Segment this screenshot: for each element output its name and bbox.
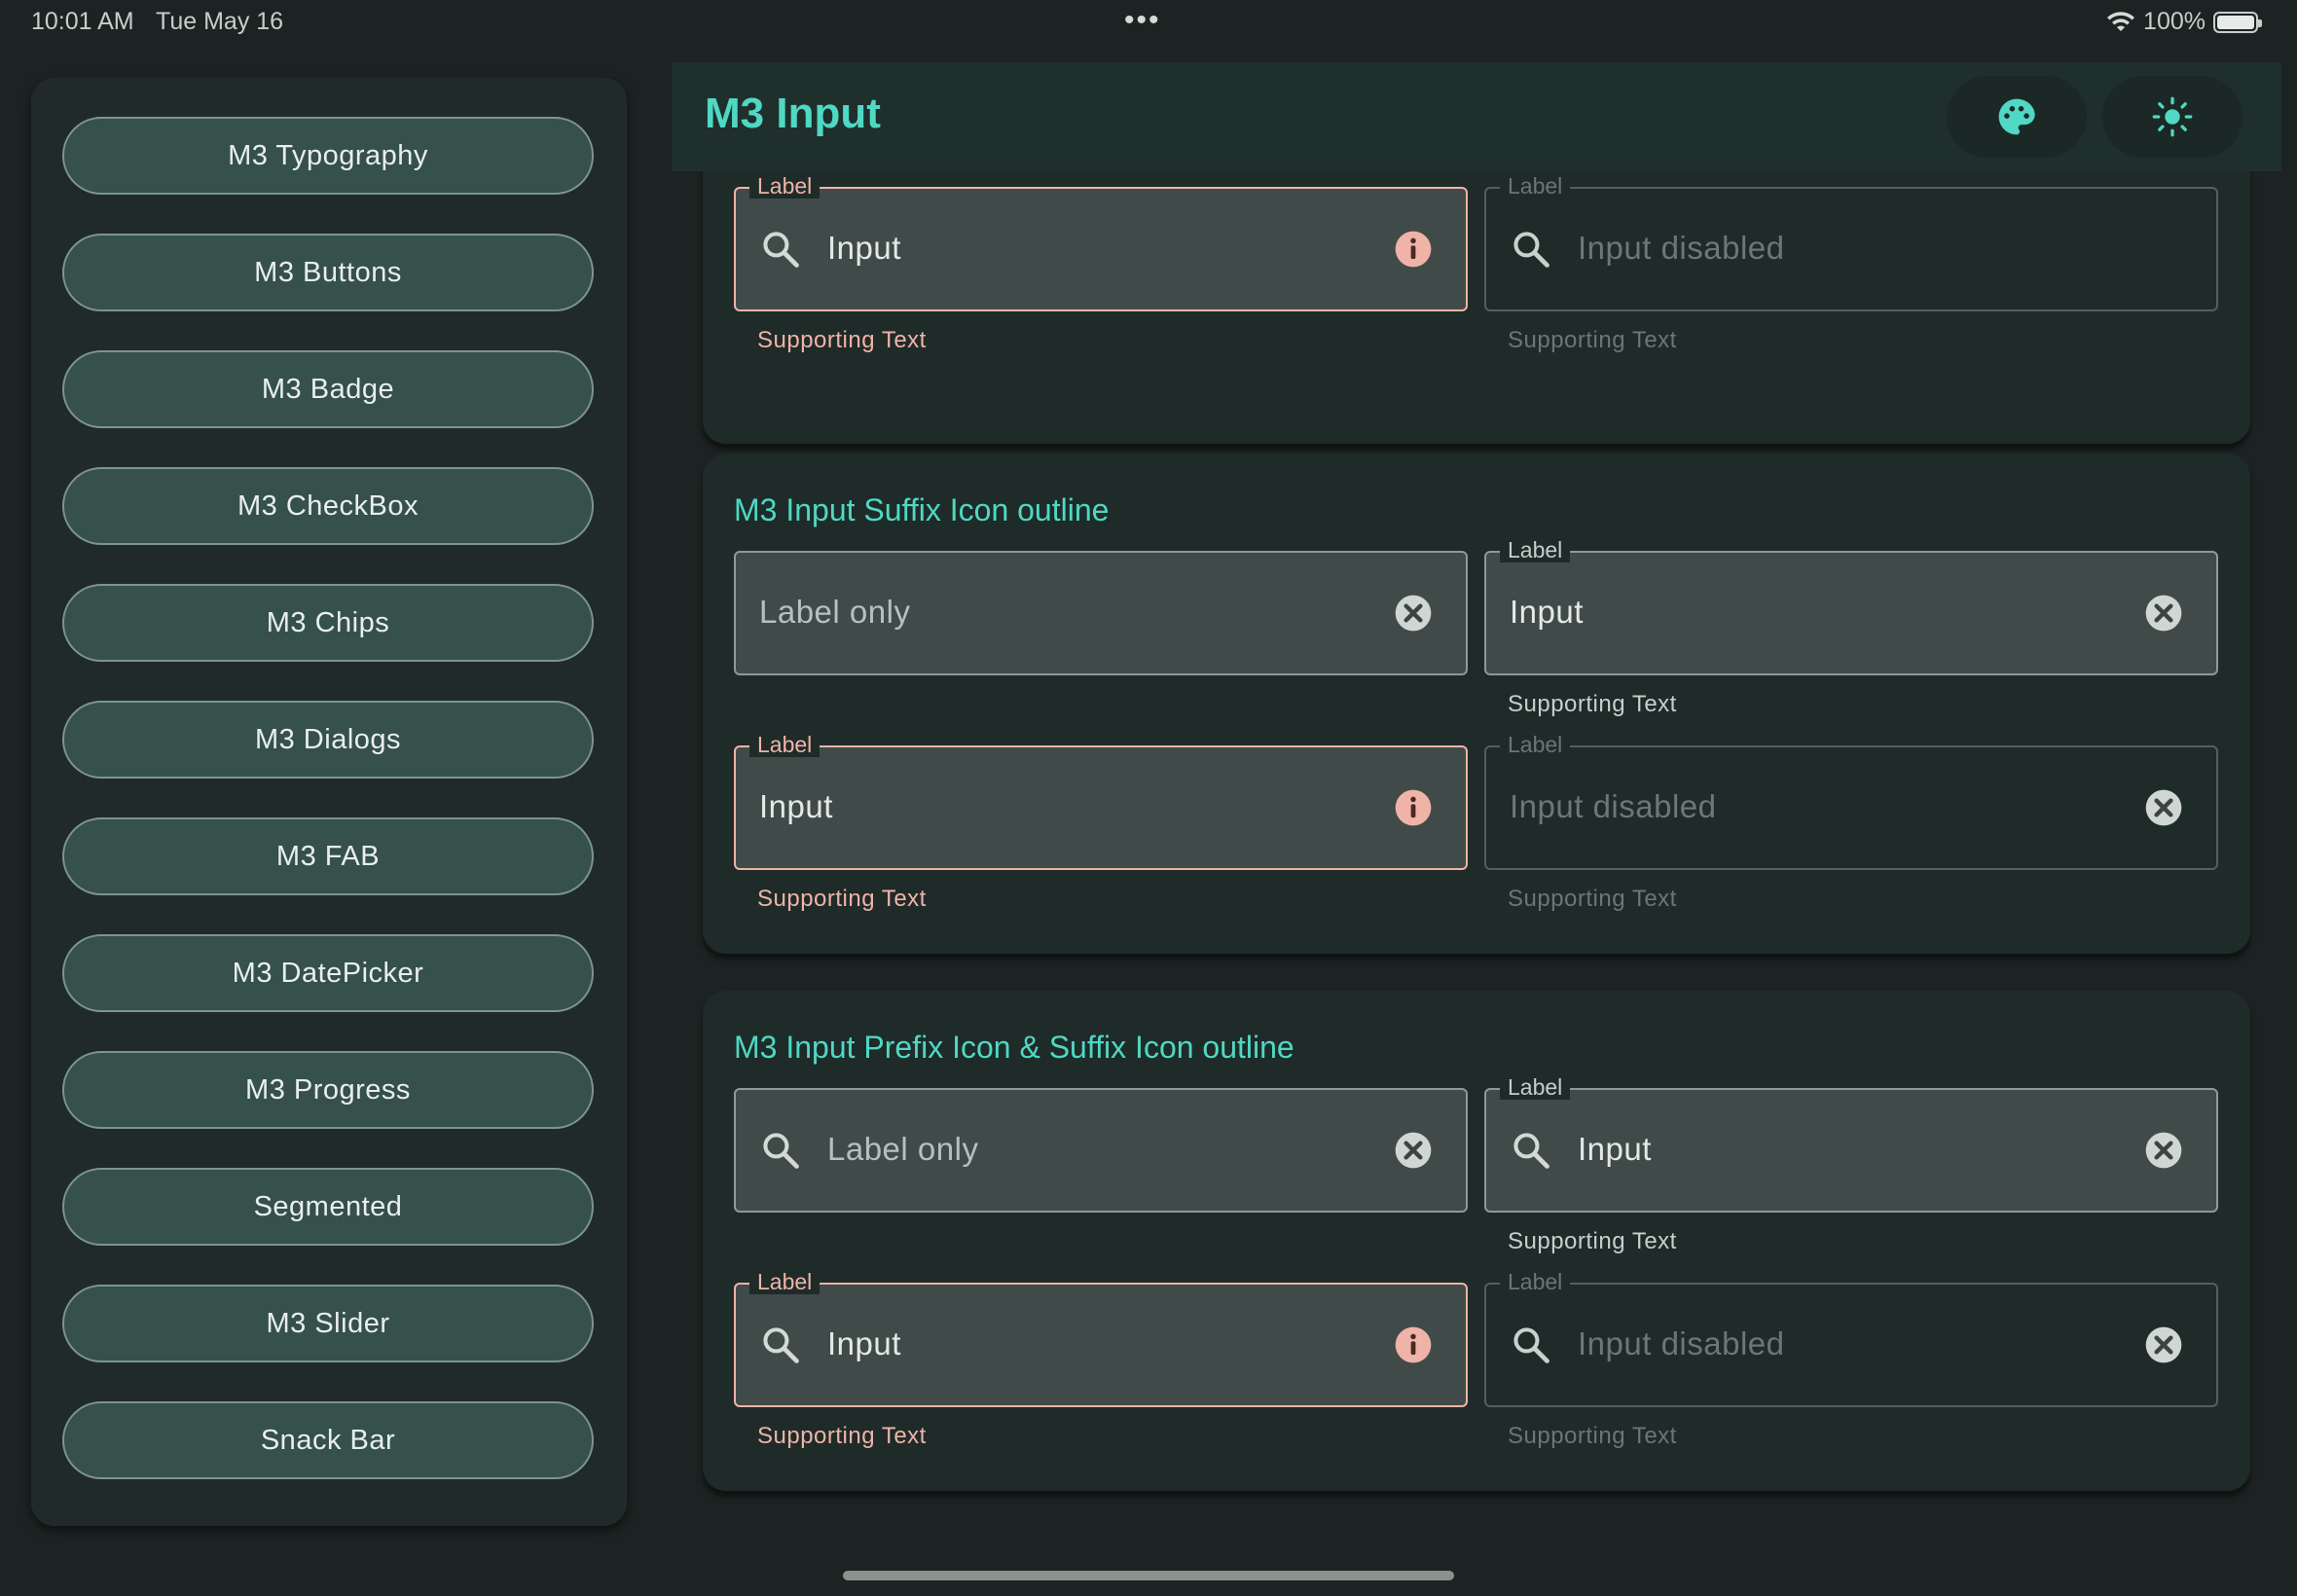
- supporting-text: Supporting Text: [1508, 1228, 1677, 1254]
- sidebar-item-snack-bar[interactable]: Snack Bar: [62, 1401, 594, 1479]
- field-value: Input: [827, 230, 901, 266]
- page-title: M3 Input: [705, 90, 881, 137]
- field-value: Input disabled: [1578, 230, 1785, 266]
- multitasking-dots-icon[interactable]: •••: [1124, 4, 1161, 37]
- sidebar-item-m3-dialogs[interactable]: M3 Dialogs: [62, 701, 594, 779]
- field-value: Input: [759, 788, 833, 824]
- field-label: Label: [749, 732, 820, 757]
- supporting-text: Supporting Text: [757, 1423, 927, 1449]
- search-icon: [1510, 1324, 1552, 1366]
- sidebar-item-m3-datepicker[interactable]: M3 DatePicker: [62, 934, 594, 1012]
- search-icon: [1510, 228, 1552, 271]
- input-demo-card: M3 Input Suffix Icon outline Label only La…: [703, 453, 2250, 954]
- sidebar-item-m3-slider[interactable]: M3 Slider: [62, 1285, 594, 1362]
- field-label: Label: [1500, 732, 1571, 757]
- field-value: Input: [1578, 1131, 1652, 1167]
- sidebar-item-m3-typography[interactable]: M3 Typography: [62, 117, 594, 195]
- supporting-text: Supporting Text: [1508, 886, 1677, 912]
- clear-icon[interactable]: [1392, 592, 1435, 635]
- text-field-error[interactable]: Label Input: [734, 173, 1468, 311]
- status-indicators: 100%: [2106, 8, 2262, 36]
- battery-percent: 100%: [2143, 8, 2206, 35]
- sidebar-item-segmented[interactable]: Segmented: [62, 1168, 594, 1246]
- sun-icon: [2152, 96, 2193, 137]
- clear-icon[interactable]: [2142, 786, 2185, 829]
- search-icon: [759, 1129, 802, 1172]
- search-icon: [759, 228, 802, 271]
- text-field-disabled: Label Input disabled: [1484, 732, 2218, 870]
- supporting-text: Supporting Text: [1508, 1423, 1677, 1449]
- clear-icon[interactable]: [2142, 1324, 2185, 1366]
- sidebar-item-m3-buttons[interactable]: M3 Buttons: [62, 234, 594, 311]
- supporting-text: Supporting Text: [1508, 327, 1677, 353]
- sidebar-item-m3-progress[interactable]: M3 Progress: [62, 1051, 594, 1129]
- field-label: Label: [749, 173, 820, 199]
- supporting-text: Supporting Text: [1508, 691, 1677, 717]
- theme-palette-button[interactable]: [1947, 76, 2087, 158]
- sidebar-item-m3-badge[interactable]: M3 Badge: [62, 350, 594, 428]
- info-icon: [1392, 228, 1435, 271]
- sidebar-item-m3-chips[interactable]: M3 Chips: [62, 584, 594, 662]
- field-label: Label: [1500, 173, 1571, 199]
- sidebar: M3 Typography M3 Buttons M3 Badge M3 CheckB…: [31, 78, 627, 1526]
- text-field-disabled: Label Input disabled: [1484, 173, 2218, 311]
- clear-icon[interactable]: [2142, 1129, 2185, 1172]
- home-indicator[interactable]: [843, 1571, 1454, 1580]
- info-icon: [1392, 1324, 1435, 1366]
- field-value: Input disabled: [1578, 1325, 1785, 1361]
- battery-icon: [2213, 11, 2262, 33]
- brightness-toggle-button[interactable]: [2102, 76, 2242, 158]
- field-label: Label: [1500, 1074, 1571, 1100]
- field-label: Label: [1500, 537, 1571, 562]
- input-demo-card: M3 Input Prefix Icon & Suffix Icon outli…: [703, 991, 2250, 1491]
- field-value: Input: [1510, 594, 1584, 630]
- info-icon: [1392, 786, 1435, 829]
- search-icon: [759, 1324, 802, 1366]
- app-bar: M3 Input: [672, 62, 2281, 171]
- field-placeholder: Label only: [759, 594, 911, 630]
- text-field-disabled: Label Input disabled: [1484, 1269, 2218, 1407]
- supporting-text: Supporting Text: [757, 327, 927, 353]
- wifi-icon: [2107, 11, 2135, 31]
- text-field[interactable]: Label only: [734, 1088, 1468, 1213]
- search-icon: [1510, 1129, 1552, 1172]
- field-value: Input disabled: [1510, 788, 1717, 824]
- status-date: Tue May 16: [156, 8, 284, 35]
- text-field[interactable]: Label Input: [1484, 1074, 2218, 1213]
- status-time: 10:01 AM: [31, 8, 134, 35]
- clear-icon[interactable]: [2142, 592, 2185, 635]
- field-placeholder: Label only: [827, 1131, 979, 1167]
- palette-icon: [1998, 98, 2035, 135]
- text-field-error[interactable]: Label Input: [734, 1269, 1468, 1407]
- sidebar-item-m3-checkbox[interactable]: M3 CheckBox: [62, 467, 594, 545]
- content-area: Label Input Supporting Text Label Input disa…: [672, 171, 2281, 1596]
- status-bar: 10:01 AM Tue May 16 ••• 100%: [0, 0, 2297, 47]
- field-value: Input: [827, 1325, 901, 1361]
- text-field[interactable]: Label Input: [1484, 537, 2218, 675]
- card-title: M3 Input Suffix Icon outline: [734, 492, 1110, 527]
- card-title: M3 Input Prefix Icon & Suffix Icon outli…: [734, 1030, 1294, 1065]
- clear-icon[interactable]: [1392, 1129, 1435, 1172]
- sidebar-item-m3-fab[interactable]: M3 FAB: [62, 817, 594, 895]
- field-label: Label: [749, 1269, 820, 1294]
- text-field-error[interactable]: Label Input: [734, 732, 1468, 870]
- supporting-text: Supporting Text: [757, 886, 927, 912]
- input-demo-card: Label Input Supporting Text Label Input disa…: [703, 171, 2250, 444]
- field-label: Label: [1500, 1269, 1571, 1294]
- text-field[interactable]: Label only: [734, 551, 1468, 675]
